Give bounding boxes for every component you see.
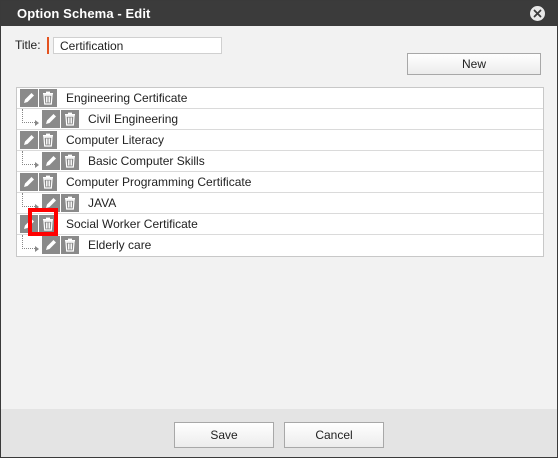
edit-button[interactable]: [20, 89, 38, 107]
new-button[interactable]: New: [407, 53, 541, 75]
pencil-icon: [24, 177, 34, 187]
cancel-button[interactable]: Cancel: [284, 422, 384, 448]
tree-row: Civil Engineering: [17, 109, 543, 130]
pencil-icon: [46, 156, 56, 166]
trash-icon: [43, 217, 53, 231]
close-icon: [533, 9, 542, 18]
trash-icon: [43, 175, 53, 189]
required-marker: [47, 37, 49, 54]
delete-button[interactable]: [39, 131, 57, 149]
tree-row: Elderly care: [17, 235, 543, 255]
trash-icon: [65, 196, 75, 210]
delete-button[interactable]: [39, 89, 57, 107]
tree-item-label: Social Worker Certificate: [66, 217, 198, 231]
tree-row: Computer Programming Certificate: [17, 172, 543, 193]
trash-icon: [65, 154, 75, 168]
title-label: Title:: [15, 38, 41, 52]
edit-button[interactable]: [20, 215, 38, 233]
dialog-titlebar: Option Schema - Edit: [1, 1, 557, 26]
delete-button[interactable]: [61, 110, 79, 128]
dialog-title: Option Schema - Edit: [17, 6, 151, 21]
tree-item-label: Computer Literacy: [66, 133, 165, 147]
delete-button[interactable]: [61, 152, 79, 170]
delete-button[interactable]: [61, 194, 79, 212]
tree-row: Basic Computer Skills: [17, 151, 543, 172]
option-tree: Engineering Certificate Civil Engineerin…: [16, 87, 544, 257]
tree-connector: [22, 193, 39, 210]
title-input[interactable]: [53, 37, 222, 54]
close-button[interactable]: [530, 6, 545, 21]
pencil-icon: [46, 114, 56, 124]
tree-connector: [22, 235, 39, 252]
trash-icon: [65, 238, 75, 252]
tree-connector: [22, 151, 39, 168]
tree-item-label: Computer Programming Certificate: [66, 175, 252, 189]
edit-button[interactable]: [20, 173, 38, 191]
tree-connector: [22, 109, 39, 126]
edit-button[interactable]: [20, 131, 38, 149]
delete-button[interactable]: [39, 215, 57, 233]
edit-button[interactable]: [42, 152, 60, 170]
tree-item-label: Engineering Certificate: [66, 91, 188, 105]
tree-row: JAVA: [17, 193, 543, 214]
tree-item-label: Elderly care: [88, 238, 152, 252]
tree-row: Engineering Certificate: [17, 88, 543, 109]
pencil-icon: [46, 240, 56, 250]
delete-button[interactable]: [61, 236, 79, 254]
tree-row: Social Worker Certificate: [17, 214, 543, 235]
pencil-icon: [24, 135, 34, 145]
pencil-icon: [24, 93, 34, 103]
trash-icon: [65, 112, 75, 126]
save-button[interactable]: Save: [174, 422, 274, 448]
edit-button[interactable]: [42, 236, 60, 254]
edit-button[interactable]: [42, 110, 60, 128]
trash-icon: [43, 133, 53, 147]
dialog-footer: Save Cancel: [1, 409, 557, 457]
tree-item-label: Basic Computer Skills: [88, 154, 205, 168]
pencil-icon: [24, 219, 34, 229]
tree-row: Computer Literacy: [17, 130, 543, 151]
tree-item-label: JAVA: [88, 196, 117, 210]
option-schema-dialog: Option Schema - Edit Title: New Engineer…: [0, 0, 558, 458]
pencil-icon: [46, 198, 56, 208]
delete-button[interactable]: [39, 173, 57, 191]
trash-icon: [43, 91, 53, 105]
edit-button[interactable]: [42, 194, 60, 212]
tree-item-label: Civil Engineering: [88, 112, 179, 126]
